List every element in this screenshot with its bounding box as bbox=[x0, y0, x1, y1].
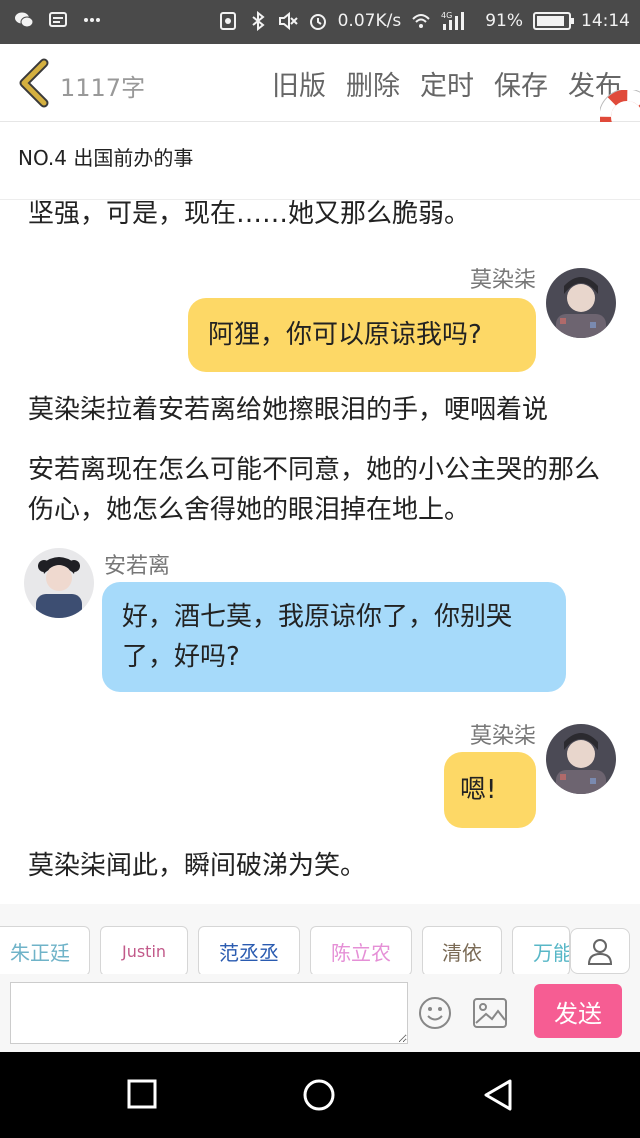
status-bar: 0.07K/s 4G 91% 14:14 bbox=[0, 0, 640, 44]
home-icon[interactable] bbox=[302, 1078, 336, 1112]
character-chip-label: 陈立农 bbox=[331, 940, 391, 965]
schedule-button[interactable]: 定时 bbox=[420, 64, 474, 103]
paragraph: 莫染柒拉着安若离给她擦眼泪的手，哽咽着说 bbox=[28, 395, 549, 425]
message-input[interactable] bbox=[10, 982, 408, 1044]
wechat-icon bbox=[15, 12, 34, 28]
character-chip[interactable]: 万能 bbox=[512, 926, 570, 976]
character-chip-label: 万能 bbox=[533, 940, 570, 965]
composer: 发送 bbox=[0, 974, 640, 1052]
system-nav-bar bbox=[0, 1052, 640, 1138]
battery-percent: 91% bbox=[485, 11, 523, 31]
save-button[interactable]: 保存 bbox=[494, 64, 548, 103]
speaker-name: 莫染柒 bbox=[469, 724, 536, 749]
send-button[interactable]: 发送 bbox=[534, 984, 622, 1038]
more-icon bbox=[84, 18, 100, 22]
character-chip[interactable]: 朱正廷 bbox=[0, 926, 90, 976]
character-chip[interactable]: 范丞丞 bbox=[198, 926, 300, 976]
paragraph: 安若离现在怎么可能不同意，她的小公主哭的那么伤心，她怎么舍得她的眼泪掉在地上。 bbox=[28, 455, 601, 525]
word-count: 1117字 bbox=[60, 74, 146, 102]
bluetooth-icon bbox=[251, 11, 265, 31]
person-icon bbox=[587, 939, 613, 965]
message-bubble: 嗯! bbox=[444, 752, 536, 828]
avatar[interactable] bbox=[24, 548, 94, 618]
image-icon[interactable] bbox=[472, 996, 508, 1030]
message-bubble: 好，酒七莫，我原谅你了，你别哭了，好吗? bbox=[102, 582, 566, 692]
message-bubble: 阿狸，你可以原谅我吗? bbox=[188, 298, 536, 372]
alarm-icon bbox=[309, 14, 326, 30]
back-arrow-icon[interactable] bbox=[14, 58, 54, 108]
svg-text:4G: 4G bbox=[441, 11, 452, 20]
character-chip-label: 朱正廷 bbox=[10, 940, 70, 965]
avatar[interactable] bbox=[546, 268, 616, 338]
character-chip[interactable]: 陈立农 bbox=[310, 926, 412, 976]
battery-icon bbox=[533, 12, 574, 30]
character-chip-label: Justin bbox=[121, 941, 167, 961]
recent-apps-icon[interactable] bbox=[126, 1078, 158, 1110]
message-icon bbox=[49, 12, 67, 27]
chapter-title-bar: NO.4 出国前办的事 bbox=[0, 122, 640, 200]
speaker-name: 安若离 bbox=[104, 554, 171, 579]
character-chip-label: 范丞丞 bbox=[219, 940, 279, 965]
character-chip-label: 清依 bbox=[442, 940, 482, 965]
clock: 14:14 bbox=[581, 11, 630, 31]
paragraph: 莫染柒闻此，瞬间破涕为笑。 bbox=[28, 851, 367, 881]
signal-icon: 4G bbox=[441, 11, 465, 30]
chapter-title: NO.4 出国前办的事 bbox=[18, 146, 194, 170]
emoji-icon[interactable] bbox=[418, 996, 452, 1030]
character-chip[interactable]: 清依 bbox=[422, 926, 502, 976]
character-chip[interactable]: Justin bbox=[100, 926, 188, 976]
delete-button[interactable]: 删除 bbox=[346, 64, 400, 103]
back-nav-icon[interactable] bbox=[482, 1078, 514, 1112]
character-selector: 朱正廷 Justin 范丞丞 陈立农 清依 万能 bbox=[0, 904, 640, 976]
character-manager-button[interactable] bbox=[570, 928, 630, 974]
story-content: 坚强，可是，现在……她又那么脆弱。 莫染柒 阿狸，你可以原谅我吗? 莫染柒拉着安… bbox=[0, 200, 640, 904]
old-version-button[interactable]: 旧版 bbox=[272, 64, 326, 103]
paragraph: 坚强，可是，现在……她又那么脆弱。 bbox=[28, 200, 471, 229]
speaker-name: 莫染柒 bbox=[469, 268, 536, 293]
mute-icon bbox=[278, 11, 298, 31]
avatar[interactable] bbox=[546, 724, 616, 794]
screenshot-icon bbox=[219, 12, 236, 30]
wifi-icon bbox=[412, 14, 430, 28]
network-speed: 0.07K/s bbox=[337, 11, 402, 31]
editor-toolbar: 1117字 旧版 删除 定时 保存 发布 bbox=[0, 44, 640, 144]
